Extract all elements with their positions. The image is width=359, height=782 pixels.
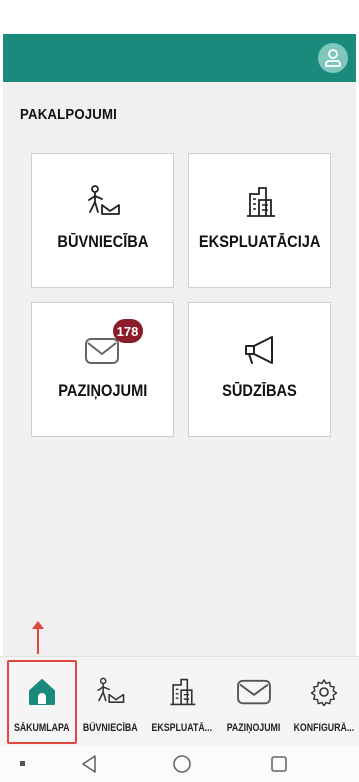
tile-ekspluatacija[interactable]: EKSPLUATĀCIJA <box>188 153 331 288</box>
main-content: PAKALPOJUMI BŪVNIECĪBA EKSPLUATĀCIJA 178… <box>3 82 356 656</box>
nav-label: PAZIŅOJUMI <box>227 722 281 734</box>
active-nav-highlight <box>7 660 77 744</box>
notification-badge: 178 <box>112 319 143 343</box>
gear-icon <box>310 679 338 706</box>
arrow-up-icon <box>32 621 44 654</box>
nav-item-pazinojumi[interactable]: PAZIŅOJUMI <box>219 657 289 747</box>
building-icon <box>170 678 196 706</box>
nav-item-ekspluatacija[interactable]: EKSPLUATĀ... <box>147 657 217 747</box>
nav-label: KONFIGURĀ... <box>293 722 355 734</box>
app-bar <box>3 34 356 82</box>
section-title: PAKALPOJUMI <box>20 106 118 123</box>
status-bar <box>0 0 359 34</box>
tile-sudzibas[interactable]: SŪDZĪBAS <box>188 302 331 437</box>
megaphone-icon <box>244 336 273 364</box>
system-navigation-bar <box>0 746 359 782</box>
user-icon <box>325 49 341 67</box>
tile-label: PAZIŅOJUMI <box>57 381 148 400</box>
mail-icon <box>237 679 271 705</box>
tile-label: EKSPLUATĀCIJA <box>198 232 321 251</box>
nav-item-buvnieciba[interactable]: BŪVNIECĪBA <box>75 657 145 747</box>
home-circle-icon[interactable] <box>172 754 192 774</box>
construction-worker-icon <box>97 677 125 703</box>
overview-icon[interactable] <box>270 755 288 773</box>
nav-label: BŪVNIECĪBA <box>82 722 138 734</box>
nav-item-konfiguracija[interactable]: KONFIGURĀ... <box>289 657 359 747</box>
recent-dot-icon <box>20 761 25 766</box>
construction-worker-icon <box>87 185 120 215</box>
tile-buvnieciba[interactable]: BŪVNIECĪBA <box>31 153 174 288</box>
back-icon[interactable] <box>80 754 98 774</box>
tile-label: BŪVNIECĪBA <box>56 232 148 251</box>
tile-label: SŪDZĪBAS <box>222 381 297 400</box>
building-icon <box>246 187 275 217</box>
tile-pazinojumi[interactable]: 178 PAZIŅOJUMI <box>31 302 174 437</box>
profile-button[interactable] <box>318 43 348 73</box>
nav-label: EKSPLUATĀ... <box>151 722 213 734</box>
